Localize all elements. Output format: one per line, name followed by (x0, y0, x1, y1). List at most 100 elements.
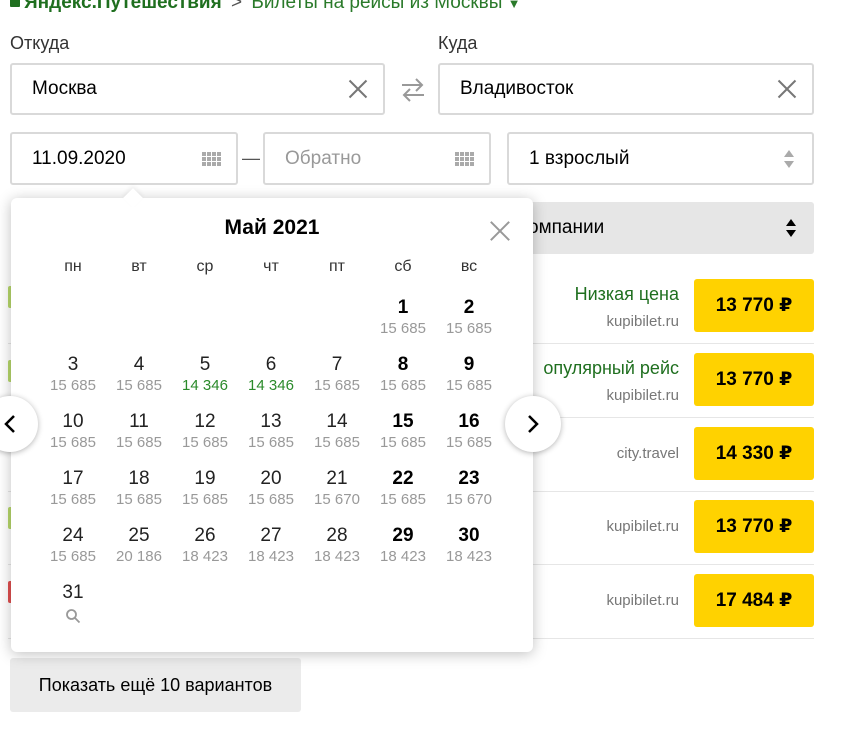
calendar-day[interactable]: 19 15 685 (172, 467, 238, 521)
day-price: 18 423 (446, 548, 492, 565)
price-button[interactable]: 13 770 ₽ (694, 353, 814, 406)
from-input-value: Москва (32, 78, 97, 99)
day-price: 15 685 (248, 434, 294, 451)
calendar-day[interactable]: 12 15 685 (172, 410, 238, 464)
swap-icon[interactable] (397, 74, 429, 106)
weekday-label: пн (64, 258, 82, 275)
calendar-day[interactable]: 16 15 685 (436, 410, 502, 464)
price-button[interactable]: 17 484 ₽ (694, 574, 814, 627)
chevron-down-icon[interactable]: ▼ (508, 0, 521, 11)
day-price: 20 186 (116, 548, 162, 565)
calendar-day[interactable]: 8 15 685 (370, 353, 436, 407)
calendar-day[interactable]: 5 14 346 (172, 353, 238, 407)
return-date-input[interactable]: Обратно (263, 132, 491, 185)
price-button[interactable]: 13 770 ₽ (694, 500, 814, 553)
calendar-day[interactable]: 3 15 685 (40, 353, 106, 407)
calendar-icon[interactable] (455, 151, 475, 166)
clear-from-icon[interactable] (347, 78, 369, 100)
from-input[interactable]: Москва (10, 63, 385, 115)
calendar-day[interactable]: 18 15 685 (106, 467, 172, 521)
search-icon[interactable] (65, 608, 81, 624)
calendar-day[interactable]: 26 18 423 (172, 524, 238, 578)
day-number: 6 (265, 354, 277, 375)
show-more-button[interactable]: Показать ещё 10 вариантов (10, 658, 301, 712)
calendar-day[interactable]: 11 15 685 (106, 410, 172, 464)
calendar-day[interactable]: 4 15 685 (106, 353, 172, 407)
day-number: 4 (133, 354, 145, 375)
weekday-label: вс (460, 258, 478, 275)
day-price: 14 346 (248, 377, 294, 394)
calendar-day[interactable]: 28 18 423 (304, 524, 370, 578)
breadcrumb: Яндекс.Путешествия > Билеты на рейсы из … (10, 0, 521, 14)
select-arrows-icon (784, 149, 794, 168)
day-price: 15 685 (50, 548, 96, 565)
sort-label: омпании (528, 217, 605, 238)
calendar-icon[interactable] (202, 151, 222, 166)
calendar-day[interactable]: 21 15 670 (304, 467, 370, 521)
day-number: 23 (458, 468, 480, 489)
calendar-day[interactable]: 2 15 685 (436, 296, 502, 350)
day-number: 14 (326, 411, 348, 432)
day-number: 28 (326, 525, 348, 546)
day-number: 11 (129, 411, 149, 432)
day-number: 20 (260, 468, 282, 489)
weekday-label: сб (394, 258, 412, 275)
calendar-day[interactable]: 27 18 423 (238, 524, 304, 578)
day-price: 15 685 (314, 377, 360, 394)
day-price: 15 670 (314, 491, 360, 508)
calendar-day[interactable]: 10 15 685 (40, 410, 106, 464)
depart-date-input[interactable]: 11.09.2020 (10, 132, 238, 185)
calendar-day[interactable]: 20 15 685 (238, 467, 304, 521)
calendar-day[interactable]: 29 18 423 (370, 524, 436, 578)
brand-link[interactable]: Яндекс.Путешествия (24, 0, 222, 13)
offer-source: city.travel (616, 445, 679, 462)
next-month-button[interactable] (505, 396, 561, 452)
calendar-day[interactable]: 13 15 685 (238, 410, 304, 464)
day-price: 15 685 (446, 434, 492, 451)
calendar-day[interactable]: 24 15 685 (40, 524, 106, 578)
calendar-day[interactable]: 9 15 685 (436, 353, 502, 407)
day-price: 15 670 (446, 491, 492, 508)
return-date-placeholder: Обратно (285, 147, 362, 169)
day-price: 15 685 (314, 434, 360, 451)
price-button[interactable]: 14 330 ₽ (694, 427, 814, 480)
offer-tag: опулярный рейс (543, 358, 679, 378)
day-price: 15 685 (446, 377, 492, 394)
select-arrows-icon (786, 219, 796, 237)
close-icon[interactable] (489, 220, 511, 242)
calendar-day[interactable]: 30 18 423 (436, 524, 502, 578)
day-number: 12 (194, 411, 216, 432)
day-number: 24 (62, 525, 84, 546)
day-price: 18 423 (380, 548, 426, 565)
calendar-day[interactable]: 23 15 670 (436, 467, 502, 521)
clear-to-icon[interactable] (776, 78, 798, 100)
day-price: 15 685 (446, 320, 492, 337)
from-label: Откуда (10, 33, 70, 53)
day-number: 16 (458, 411, 480, 432)
day-price: 15 685 (182, 434, 228, 451)
breadcrumb-item[interactable]: Билеты на рейсы из Москвы (251, 0, 502, 13)
passengers-select[interactable]: 1 взрослый (507, 132, 814, 185)
day-price: 15 685 (116, 434, 162, 451)
day-price: 15 685 (116, 377, 162, 394)
calendar-day[interactable]: 31 (40, 581, 106, 635)
sort-select[interactable]: омпании (520, 202, 814, 254)
weekday-label: чт (263, 258, 279, 275)
calendar-day[interactable]: 14 15 685 (304, 410, 370, 464)
calendar-day[interactable]: 1 15 685 (370, 296, 436, 350)
calendar-day[interactable]: 15 15 685 (370, 410, 436, 464)
price-button[interactable]: 13 770 ₽ (694, 279, 814, 332)
day-number: 27 (260, 525, 282, 546)
day-number: 3 (67, 354, 79, 375)
calendar-day[interactable]: 17 15 685 (40, 467, 106, 521)
day-number: 10 (62, 411, 84, 432)
day-number: 15 (392, 411, 414, 432)
to-input[interactable]: Владивосток (438, 63, 814, 115)
day-price: 15 685 (182, 491, 228, 508)
calendar-day[interactable]: 7 15 685 (304, 353, 370, 407)
calendar-day[interactable]: 22 15 685 (370, 467, 436, 521)
day-price: 14 346 (182, 377, 228, 394)
calendar-day[interactable]: 25 20 186 (106, 524, 172, 578)
calendar-day[interactable]: 6 14 346 (238, 353, 304, 407)
day-number: 26 (194, 525, 216, 546)
